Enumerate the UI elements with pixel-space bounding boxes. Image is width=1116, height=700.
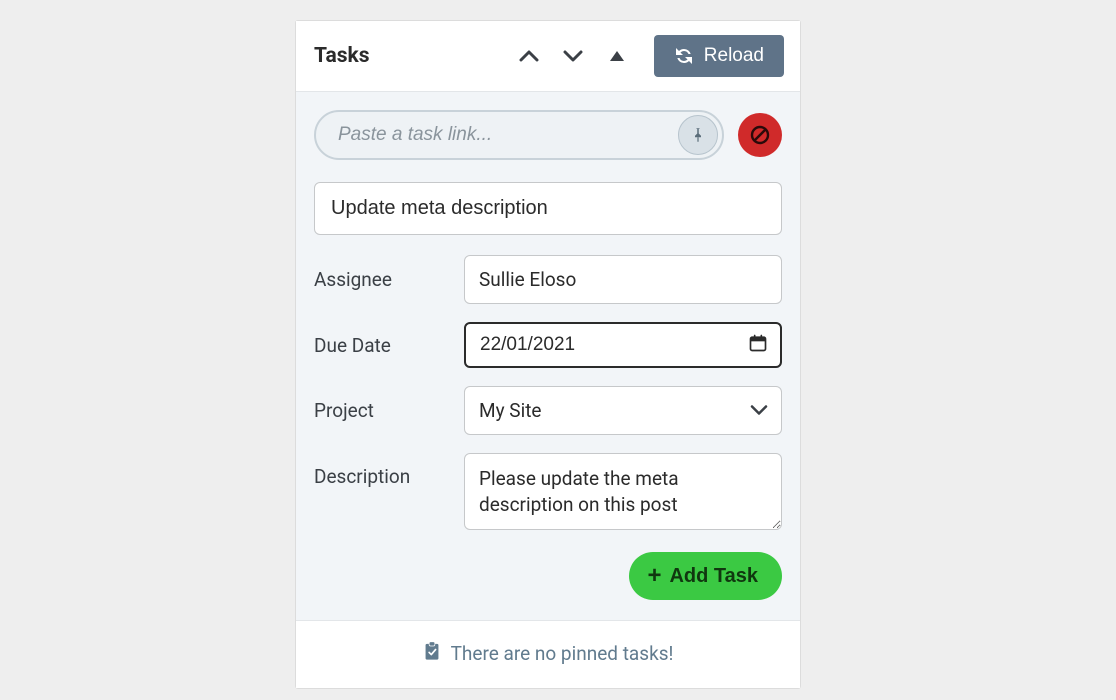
assignee-row: Assignee [314, 255, 782, 304]
chevron-down-icon [563, 50, 583, 62]
chevron-up-icon [519, 50, 539, 62]
clipboard-check-icon [423, 641, 441, 666]
due-date-input[interactable] [464, 322, 782, 368]
reload-button[interactable]: Reload [654, 35, 784, 77]
header-controls: Reload [516, 35, 784, 77]
project-select[interactable] [464, 386, 782, 435]
task-title-input[interactable] [314, 182, 782, 235]
panel-header: Tasks Reload [296, 21, 800, 92]
navigation-controls [516, 43, 630, 69]
refresh-icon [674, 46, 694, 66]
task-link-input[interactable] [314, 110, 724, 160]
assignee-input[interactable] [464, 255, 782, 304]
prohibit-icon [748, 123, 772, 147]
description-label: Description [314, 453, 464, 488]
pin-icon [689, 126, 707, 144]
panel-body: Assignee Due Date Project [296, 92, 800, 620]
cancel-button[interactable] [738, 113, 782, 157]
due-date-row: Due Date [314, 322, 782, 368]
previous-task-button[interactable] [516, 43, 542, 69]
actions-row: + Add Task [314, 552, 782, 600]
link-input-wrap [314, 110, 724, 160]
add-task-label: Add Task [669, 565, 758, 588]
pin-button[interactable] [678, 115, 718, 155]
empty-state-text: There are no pinned tasks! [451, 642, 674, 665]
next-task-button[interactable] [560, 43, 586, 69]
due-date-label: Due Date [314, 334, 464, 357]
add-task-button[interactable]: + Add Task [629, 552, 782, 600]
project-row: Project [314, 386, 782, 435]
description-row: Description [314, 453, 782, 534]
assignee-label: Assignee [314, 268, 464, 291]
tasks-panel: Tasks Reload [295, 20, 801, 689]
description-textarea[interactable] [464, 453, 782, 530]
panel-footer: There are no pinned tasks! [296, 620, 800, 688]
triangle-up-icon [609, 50, 625, 62]
reload-label: Reload [704, 45, 764, 67]
plus-icon: + [647, 564, 661, 588]
link-row [314, 110, 782, 160]
collapse-button[interactable] [604, 43, 630, 69]
panel-title: Tasks [314, 44, 370, 68]
project-label: Project [314, 399, 464, 422]
